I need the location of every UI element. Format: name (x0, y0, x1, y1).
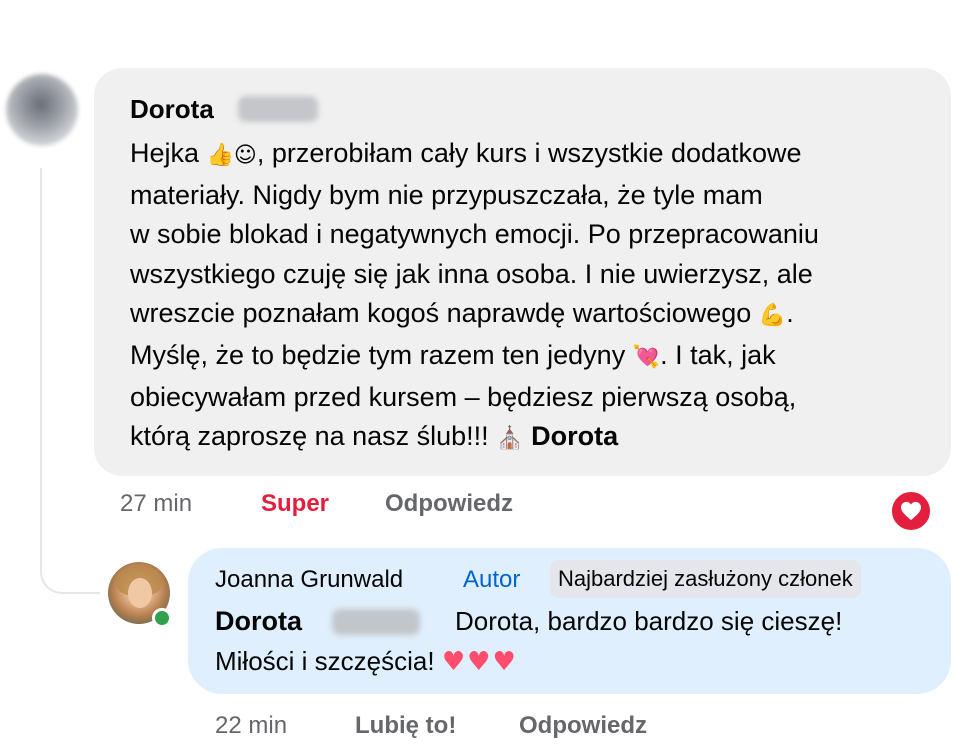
reply-reply-button[interactable]: Odpowiedz (519, 712, 647, 740)
comment-line-1: Hejka 👍☺, przerobiłam cały kurs i wszyst… (130, 138, 802, 168)
reaction-count-badge[interactable] (889, 489, 933, 533)
mentioned-user-link[interactable]: Dorota (215, 606, 302, 637)
comment-line-5: wreszcie poznałam kogoś naprawdę wartośc… (130, 298, 794, 329)
comment-line-8: którą zaproszę na nasz ślub!!! ⛪ Dorota (130, 421, 619, 452)
comment-line-6: Myślę, że to będzie tym razem ten jedyny… (130, 339, 776, 370)
reply-text-line-1: Dorota, bardzo bardzo się cieszę! (455, 606, 843, 636)
comment-line-2: materiały. Nigdy bym nie przypuszczała, … (130, 179, 763, 210)
comment-author-name[interactable]: Dorota (130, 94, 214, 125)
reply-author-name[interactable]: Joanna Grunwald (215, 566, 403, 594)
reaction-super-button[interactable]: Super (261, 490, 329, 518)
online-status-dot (152, 608, 172, 628)
flexed-biceps-emoji-icon: 💪 (758, 303, 787, 329)
comment-line-3: w sobie blokad i negatywnych emocji. Po … (130, 219, 819, 250)
comment-timestamp[interactable]: 27 min (120, 490, 192, 518)
hearts-emoji-icon: ♥♥♥ (441, 647, 518, 677)
thumbs-up-smile-emoji-icon: 👍☺ (206, 143, 257, 168)
blurred-surname (238, 96, 318, 122)
heart-icon (901, 501, 921, 521)
church-emoji-icon: ⛪ (496, 426, 524, 452)
comment-line-7: obiecywałam przed kursem – będziesz pier… (130, 381, 797, 412)
comment-text: Hejka 👍☺, przerobiłam cały kurs i wszyst… (130, 134, 930, 459)
blurred-mention-surname (332, 609, 420, 635)
heart-arrow-emoji-icon: 💘 (632, 344, 661, 370)
comment-line-4: wszystkiego czuję się jak inna osoba. I … (130, 258, 813, 289)
reply-timestamp[interactable]: 22 min (215, 712, 287, 740)
thread-connector-curve (40, 548, 100, 594)
commenter-avatar[interactable] (6, 74, 78, 146)
top-contributor-badge[interactable]: Najbardziej zasłużony członek (550, 560, 861, 598)
like-button[interactable]: Lubię to! (355, 712, 456, 740)
reply-text-line-2: Miłości i szczęścia! ♥♥♥ (215, 646, 518, 677)
comment-signature: Dorota (531, 421, 619, 452)
reply-button[interactable]: Odpowiedz (385, 490, 513, 518)
author-badge: Autor (463, 566, 521, 593)
thread-connector-line (40, 168, 42, 568)
